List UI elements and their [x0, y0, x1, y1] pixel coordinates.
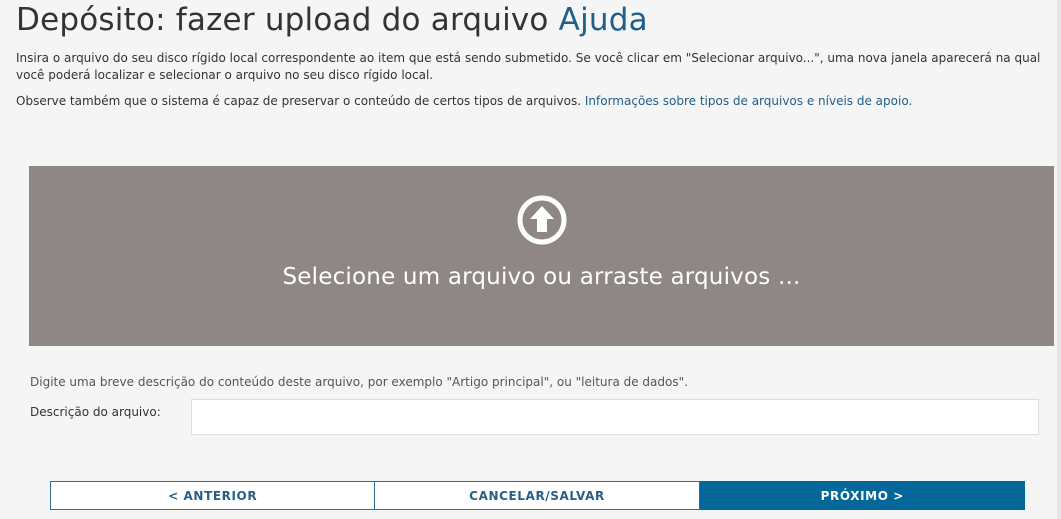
page-title-text: Depósito: fazer upload do arquivo [16, 2, 549, 38]
next-button[interactable]: PRÓXIMO > [699, 481, 1025, 510]
help-link[interactable]: Ajuda [559, 2, 648, 38]
scrollbar-track[interactable] [1057, 0, 1061, 519]
file-types-note-text: Observe também que o sistema é capaz de … [16, 94, 585, 108]
file-types-info-link[interactable]: Informações sobre tipos de arquivos e ní… [585, 94, 912, 108]
description-hint: Digite uma breve descrição do conteúdo d… [30, 375, 688, 389]
intro-paragraph: Insira o arquivo do seu disco rígido loc… [16, 51, 1041, 82]
wizard-navigation: < ANTERIOR CANCELAR/SALVAR PRÓXIMO > [50, 481, 1025, 510]
file-types-note: Observe também que o sistema é capaz de … [16, 93, 1046, 110]
file-description-label: Descrição do arquivo: [30, 405, 161, 419]
dropzone-label: Selecione um arquivo ou arraste arquivos… [282, 264, 801, 290]
cancel-save-button[interactable]: CANCELAR/SALVAR [375, 481, 700, 510]
file-description-input[interactable] [191, 399, 1039, 435]
file-dropzone[interactable]: Selecione um arquivo ou arraste arquivos… [29, 166, 1054, 346]
previous-button[interactable]: < ANTERIOR [50, 481, 376, 510]
upload-arrow-circle-icon [517, 195, 567, 245]
page-title: Depósito: fazer upload do arquivo Ajuda [16, 2, 648, 38]
